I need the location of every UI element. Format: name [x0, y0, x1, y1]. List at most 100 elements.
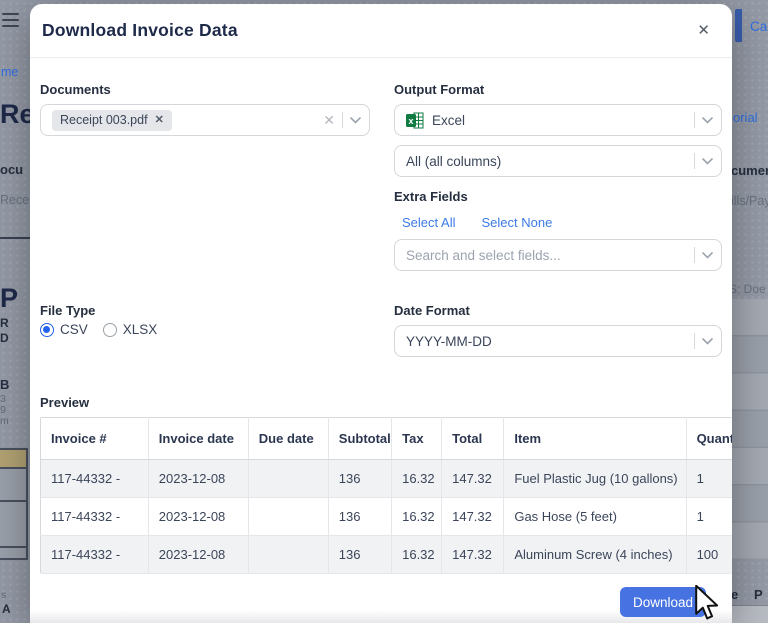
table-cell: 2023-12-08: [148, 460, 248, 498]
bg-top-button-fragment[interactable]: Ca: [750, 19, 767, 34]
select-divider: [694, 112, 695, 128]
bg-doc-label-fragment: ocu: [0, 162, 23, 177]
table-cell: 136: [328, 498, 391, 536]
table-cell: 117-44332 -: [41, 536, 149, 574]
close-icon[interactable]: ✕: [697, 23, 710, 38]
table-cell: 16.32: [392, 460, 442, 498]
table-cell: 16.32: [392, 536, 442, 574]
select-all-link[interactable]: Select All: [402, 215, 455, 230]
modal-body: Documents Receipt 003.pdf ✕ ✕: [30, 58, 732, 574]
bg-documents-label-fragment: cumen: [731, 163, 768, 178]
table-cell: Fuel Plastic Jug (10 gallons): [504, 460, 686, 498]
bg-col-header-2: P: [754, 587, 763, 602]
table-cell: 147.32: [442, 536, 504, 574]
select-divider: [694, 333, 695, 349]
modal-title: Download Invoice Data: [42, 20, 238, 41]
table-cell: Aluminum Screw (4 inches): [504, 536, 686, 574]
table-cell: [248, 460, 328, 498]
column-header: Subtotal: [328, 418, 391, 460]
bg-section-label-fragment: B: [0, 377, 9, 392]
radio-option-csv[interactable]: CSV: [40, 322, 88, 337]
columns-select[interactable]: All (all columns): [394, 145, 722, 177]
column-header: Invoice #: [41, 418, 149, 460]
bg-bottom-text-2: A: [2, 602, 11, 616]
bg-nav-link-fragment[interactable]: me: [1, 65, 18, 79]
date-format-value: YYYY-MM-DD: [406, 334, 694, 349]
table-cell: 147.32: [442, 460, 504, 498]
chevron-down-icon[interactable]: [702, 117, 713, 124]
extra-fields-placeholder: Search and select fields...: [406, 248, 694, 263]
bg-table-stripes: [730, 299, 768, 559]
bg-doc-name-fragment: Rece: [0, 193, 29, 207]
chevron-down-icon[interactable]: [702, 158, 713, 165]
date-format-select[interactable]: YYYY-MM-DD: [394, 325, 722, 357]
table-cell: [248, 536, 328, 574]
table-cell: 136: [328, 460, 391, 498]
file-type-label: File Type: [40, 303, 370, 318]
column-header: Quantity: [686, 418, 732, 460]
hamburger-menu-icon[interactable]: [2, 13, 19, 30]
preview-table: Invoice #Invoice dateDue dateSubtotalTax…: [40, 417, 732, 574]
output-format-select[interactable]: x Excel: [394, 104, 722, 136]
extra-fields-select[interactable]: Search and select fields...: [394, 239, 722, 271]
radio-option-xlsx[interactable]: XLSX: [103, 322, 158, 337]
table-row: 117-44332 -2023-12-08 13616.32147.32Fuel …: [41, 460, 733, 498]
preview-label: Preview: [40, 395, 722, 410]
svg-text:x: x: [408, 116, 413, 126]
chevron-down-icon[interactable]: [702, 252, 713, 259]
radio-csv-selected[interactable]: [40, 323, 54, 337]
table-cell: 136: [328, 536, 391, 574]
table-row: 117-44332 -2023-12-08 13616.32147.32Gas H…: [41, 498, 733, 536]
radio-csv-label: CSV: [60, 322, 88, 337]
select-divider: [694, 247, 695, 263]
table-cell: Gas Hose (5 feet): [504, 498, 686, 536]
table-cell: [248, 498, 328, 536]
preview-table-container: Invoice #Invoice dateDue dateSubtotalTax…: [40, 417, 732, 574]
documents-select[interactable]: Receipt 003.pdf ✕ ✕: [40, 104, 370, 136]
column-header: Total: [442, 418, 504, 460]
bg-big-letter-fragment: P: [0, 283, 18, 314]
output-format-value: Excel: [432, 113, 694, 128]
remove-tag-icon[interactable]: ✕: [155, 115, 164, 126]
download-invoice-modal: Download Invoice Data ✕ Documents Receip…: [30, 4, 732, 623]
chevron-down-icon[interactable]: [702, 338, 713, 345]
table-row: 117-44332 -2023-12-08 13616.32147.32Alumi…: [41, 536, 733, 574]
bg-hidden-button-edge: [735, 9, 742, 42]
table-cell: 100: [686, 536, 732, 574]
screen: me Re ocu Rece P R D B 3 9 m s A Ca oria…: [0, 0, 768, 623]
download-button[interactable]: Download: [620, 587, 706, 617]
clear-select-icon[interactable]: ✕: [323, 113, 335, 127]
table-cell: 1: [686, 498, 732, 536]
select-none-link[interactable]: Select None: [481, 215, 552, 230]
modal-header: Download Invoice Data ✕: [30, 4, 732, 58]
table-cell: 117-44332 -: [41, 460, 149, 498]
bg-tutorial-link-fragment[interactable]: orial: [733, 110, 758, 125]
output-format-label: Output Format: [394, 82, 722, 97]
radio-xlsx-unselected[interactable]: [103, 323, 117, 337]
columns-value: All (all columns): [406, 154, 694, 169]
bg-document-thumbnail: [0, 448, 28, 560]
bg-col-header-1: e: [731, 587, 738, 602]
radio-xlsx-label: XLSX: [123, 322, 158, 337]
table-cell: 117-44332 -: [41, 498, 149, 536]
bg-bottom-text-1: s: [1, 589, 6, 601]
document-tag-label: Receipt 003.pdf: [60, 113, 148, 127]
documents-label: Documents: [40, 82, 370, 97]
chevron-down-icon[interactable]: [350, 117, 361, 124]
table-cell: 147.32: [442, 498, 504, 536]
table-cell: 2023-12-08: [148, 536, 248, 574]
table-cell: 2023-12-08: [148, 498, 248, 536]
select-divider: [694, 153, 695, 169]
document-tag: Receipt 003.pdf ✕: [52, 110, 172, 131]
extra-fields-label: Extra Fields: [394, 189, 722, 204]
column-header: Tax: [392, 418, 442, 460]
bg-row-label-1: R: [0, 316, 9, 330]
bg-row-label-2: D: [0, 331, 9, 345]
bg-status-fragment: S: Doe .: [729, 282, 768, 296]
date-format-label: Date Format: [394, 303, 722, 318]
bg-divider-line: [0, 237, 30, 239]
table-cell: 16.32: [392, 498, 442, 536]
column-header: Invoice date: [148, 418, 248, 460]
bg-bottom-table-row: [730, 605, 768, 623]
table-cell: 1: [686, 460, 732, 498]
